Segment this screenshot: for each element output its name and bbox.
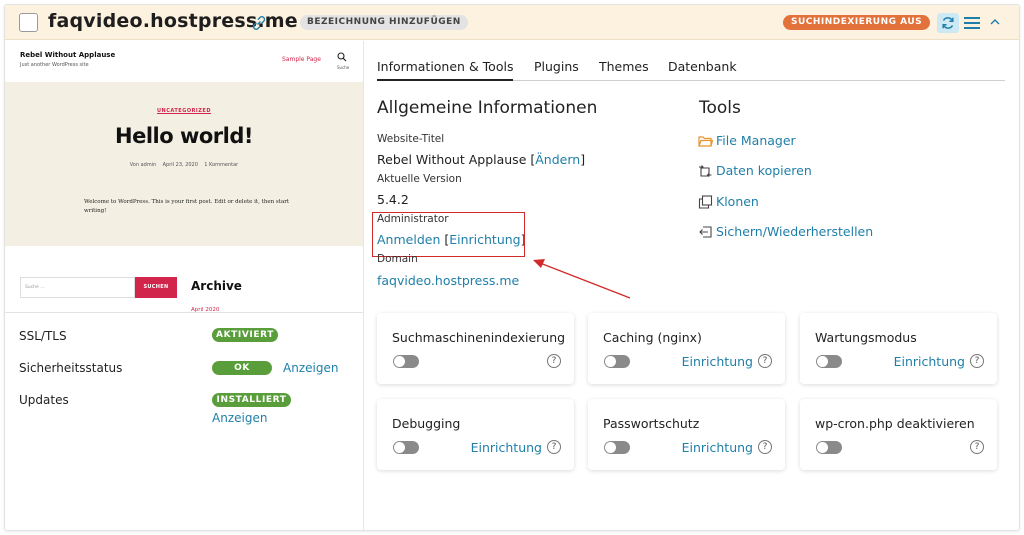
general-info-heading: Allgemeine Informationen	[377, 98, 598, 118]
help-icon[interactable]: ?	[970, 440, 984, 454]
card-maintenance: Wartungsmodus Einrichtung ?	[800, 313, 997, 384]
column-divider	[363, 41, 364, 530]
site-preview[interactable]: Rebel Without Applause Just another Word…	[5, 41, 363, 313]
card-caching: Caching (nginx) Einrichtung ?	[588, 313, 785, 384]
preview-search-placeholder: Suche …	[25, 285, 45, 290]
help-icon[interactable]: ?	[758, 440, 772, 454]
site-header-bar: faqvideo.hostpress.me BEZEICHNUNG HINZUF…	[5, 5, 1019, 40]
current-version-value: 5.4.2	[377, 192, 409, 207]
domain-label: Domain	[377, 253, 418, 265]
preview-post-title: Hello world!	[115, 124, 253, 148]
tab-plugins[interactable]: Plugins	[534, 59, 579, 81]
preview-hero: UNCATEGORIZED Hello world! Von admin Apr…	[5, 82, 363, 246]
preview-archive-heading: Archive	[191, 279, 242, 293]
search-indexing-toggle[interactable]	[393, 355, 419, 368]
preview-site-name: Rebel Without Applause	[20, 51, 116, 59]
preview-search-label: Suche	[337, 65, 350, 70]
backup-restore-icon	[699, 226, 712, 238]
card-search-indexing: Suchmaschinenindexierung ?	[377, 313, 574, 384]
ssl-label: SSL/TLS	[19, 329, 67, 343]
folder-icon	[698, 136, 713, 147]
select-site-checkbox[interactable]	[19, 13, 38, 32]
help-icon[interactable]: ?	[547, 354, 561, 368]
website-title-label: Website-Titel	[377, 133, 445, 145]
card-debugging: Debugging Einrichtung ?	[377, 399, 574, 470]
wp-cron-toggle[interactable]	[816, 441, 842, 454]
card-title: Debugging	[392, 416, 461, 431]
card-title: Wartungsmodus	[815, 330, 917, 345]
caching-setup-link[interactable]: Einrichtung	[682, 354, 753, 369]
ssl-status-badge: AKTIVIERT	[212, 328, 278, 342]
preview-menu-item: Sample Page	[282, 56, 321, 63]
change-title-link[interactable]: Ändern	[535, 152, 580, 167]
preview-category: UNCATEGORIZED	[157, 108, 211, 114]
maintenance-toggle[interactable]	[816, 355, 842, 368]
copy-data-label: Daten kopieren	[716, 163, 812, 178]
clone-label: Klonen	[716, 194, 759, 209]
website-title-value: Rebel Without Applause	[377, 152, 527, 167]
password-protection-toggle[interactable]	[604, 441, 630, 454]
debugging-toggle[interactable]	[393, 441, 419, 454]
preview-tagline: Just another WordPress site	[20, 62, 89, 68]
chevron-up-icon[interactable]	[988, 15, 1002, 29]
security-status-label: Sicherheitsstatus	[19, 361, 123, 375]
tab-themes[interactable]: Themes	[599, 59, 649, 81]
copy-data-icon	[699, 165, 712, 177]
password-protection-setup-link[interactable]: Einrichtung	[682, 440, 753, 455]
security-show-link[interactable]: Anzeigen	[283, 361, 338, 375]
administrator-highlight-box	[372, 212, 525, 257]
card-title: Passwortschutz	[603, 416, 700, 431]
current-version-label: Aktuelle Version	[377, 173, 462, 185]
help-icon[interactable]: ?	[547, 440, 561, 454]
card-password-protection: Passwortschutz Einrichtung ?	[588, 399, 785, 470]
card-wp-cron: wp-cron.php deaktivieren ?	[800, 399, 997, 470]
tools-heading: Tools	[699, 98, 741, 118]
card-title: Caching (nginx)	[603, 330, 702, 345]
menu-icon[interactable]	[963, 14, 981, 32]
card-title: Suchmaschinenindexierung	[392, 330, 566, 345]
updates-show-link[interactable]: Anzeigen	[212, 411, 267, 425]
security-status-badge: OK	[212, 361, 272, 375]
preview-header: Rebel Without Applause Just another Word…	[5, 41, 363, 82]
file-manager-label: File Manager	[716, 133, 796, 148]
annotation-arrow	[533, 259, 631, 299]
preview-search-field: Suche …	[20, 277, 135, 298]
tab-info-tools[interactable]: Informationen & Tools	[377, 59, 514, 81]
maintenance-setup-link[interactable]: Einrichtung	[894, 354, 965, 369]
clone-icon	[698, 195, 713, 209]
preview-search-button: SUCHEN	[135, 277, 177, 298]
updates-label: Updates	[19, 393, 69, 407]
debugging-setup-link[interactable]: Einrichtung	[471, 440, 542, 455]
preview-post-meta: Von admin April 23, 2020 1 Kommentar	[129, 162, 239, 168]
refresh-button[interactable]	[937, 13, 959, 33]
search-indexing-off-badge[interactable]: SUCHINDEXIERUNG AUS	[783, 15, 931, 30]
updates-status-badge: INSTALLIERT	[212, 393, 291, 407]
link-icon[interactable]	[250, 14, 268, 32]
preview-archive-date: April 2020	[191, 307, 220, 313]
preview-post-body: Welcome to WordPress. This is your first…	[84, 199, 290, 214]
website-title-value-row: Rebel Without Applause [Ändern]	[377, 152, 586, 167]
add-description-badge[interactable]: BEZEICHNUNG HINZUFÜGEN	[300, 15, 468, 30]
help-icon[interactable]: ?	[970, 354, 984, 368]
site-card: faqvideo.hostpress.me BEZEICHNUNG HINZUF…	[4, 4, 1020, 531]
help-icon[interactable]: ?	[758, 354, 772, 368]
caching-toggle[interactable]	[604, 355, 630, 368]
domain-link[interactable]: faqvideo.hostpress.me	[377, 273, 519, 288]
backup-restore-label: Sichern/Wiederherstellen	[716, 224, 874, 239]
tab-database[interactable]: Datenbank	[668, 59, 737, 81]
refresh-icon	[942, 17, 954, 29]
tab-bar: Informationen & Tools Plugins Themes Dat…	[377, 59, 1005, 81]
search-icon	[337, 52, 347, 62]
card-title: wp-cron.php deaktivieren	[815, 416, 975, 431]
